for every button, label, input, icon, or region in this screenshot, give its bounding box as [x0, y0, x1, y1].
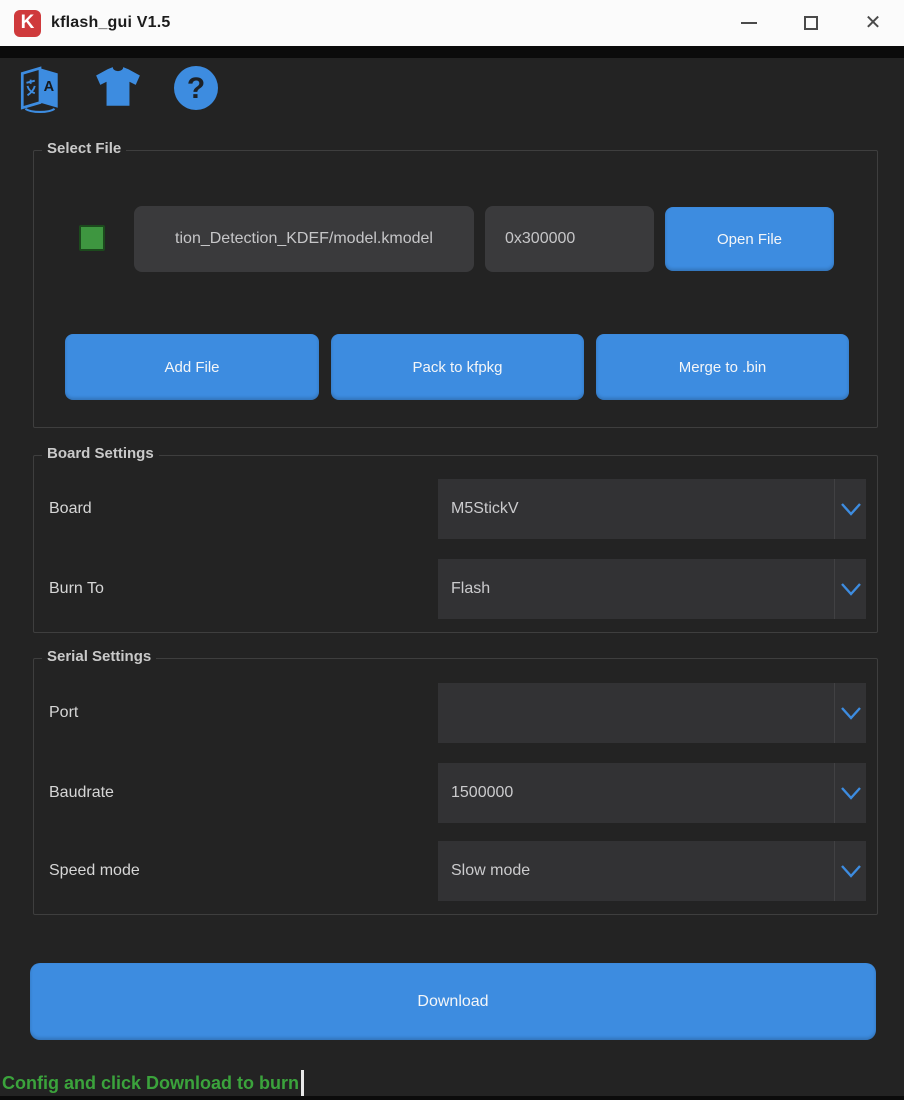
svg-text:A: A: [44, 79, 55, 95]
serial-settings-group-label: Serial Settings: [42, 648, 156, 665]
speed-mode-label: Speed mode: [49, 862, 140, 880]
chevron-down-icon: [840, 706, 862, 720]
baudrate-label: Baudrate: [49, 784, 114, 802]
speed-mode-dropdown-arrowzone: [834, 841, 866, 901]
window-border-strip: [0, 46, 904, 58]
minimize-button[interactable]: [718, 0, 780, 46]
toolbar: A ?: [14, 60, 222, 116]
select-file-group: Select File tion_Detection_KDEF/model.km…: [33, 150, 878, 428]
flash-address-value: 0x300000: [505, 230, 575, 248]
board-settings-group: Board Settings Board M5StickV Burn To Fl…: [33, 455, 878, 633]
port-dropdown[interactable]: [438, 683, 866, 743]
minimize-icon: [741, 22, 757, 24]
language-translate-icon: A: [15, 63, 65, 113]
titlebar: K kflash_gui V1.5 ✕: [0, 0, 904, 46]
speed-mode-dropdown-value: Slow mode: [438, 862, 834, 880]
board-label: Board: [49, 500, 92, 518]
chevron-down-icon: [840, 786, 862, 800]
window-title: kflash_gui V1.5: [51, 14, 171, 32]
board-dropdown-value: M5StickV: [438, 500, 834, 518]
port-dropdown-arrowzone: [834, 683, 866, 743]
maximize-icon: [804, 16, 818, 30]
serial-settings-group: Serial Settings Port Baudrate 1500000 Sp…: [33, 658, 878, 915]
baudrate-dropdown-value: 1500000: [438, 784, 834, 802]
port-label: Port: [49, 704, 78, 722]
board-settings-group-label: Board Settings: [42, 445, 159, 462]
chevron-down-icon: [840, 864, 862, 878]
add-file-button[interactable]: Add File: [65, 334, 319, 400]
burn-to-dropdown-value: Flash: [438, 580, 834, 598]
svg-text:?: ?: [187, 72, 205, 105]
kflash-gui-window: K kflash_gui V1.5 ✕ A ?: [0, 0, 904, 1100]
theme-tshirt-icon: [93, 66, 143, 110]
burn-to-dropdown-arrowzone: [834, 559, 866, 619]
status-text: Config and click Download to burn: [2, 1073, 299, 1094]
language-button[interactable]: A: [14, 62, 66, 114]
open-file-button[interactable]: Open File: [665, 207, 834, 271]
pack-to-kfpkg-button[interactable]: Pack to kfpkg: [331, 334, 584, 400]
maximize-button[interactable]: [780, 0, 842, 46]
close-icon: ✕: [865, 13, 882, 33]
flash-address-field[interactable]: 0x300000: [485, 206, 654, 272]
file-path-value: tion_Detection_KDEF/model.kmodel: [175, 230, 433, 248]
chevron-down-icon: [840, 502, 862, 516]
file-selected-checkbox[interactable]: [79, 225, 105, 251]
text-cursor: [301, 1070, 304, 1096]
baudrate-dropdown-arrowzone: [834, 763, 866, 823]
burn-to-label: Burn To: [49, 580, 104, 598]
help-button[interactable]: ?: [170, 62, 222, 114]
burn-to-dropdown[interactable]: Flash: [438, 559, 866, 619]
close-button[interactable]: ✕: [842, 0, 904, 46]
merge-to-bin-button[interactable]: Merge to .bin: [596, 334, 849, 400]
download-button[interactable]: Download: [30, 963, 876, 1040]
status-message: Config and click Download to burn: [2, 1070, 304, 1096]
app-logo-icon: K: [14, 10, 41, 37]
select-file-group-label: Select File: [42, 140, 126, 157]
chevron-down-icon: [840, 582, 862, 596]
speed-mode-dropdown[interactable]: Slow mode: [438, 841, 866, 901]
board-dropdown[interactable]: M5StickV: [438, 479, 866, 539]
file-path-field[interactable]: tion_Detection_KDEF/model.kmodel: [134, 206, 474, 272]
baudrate-dropdown[interactable]: 1500000: [438, 763, 866, 823]
help-icon: ?: [172, 64, 220, 112]
theme-button[interactable]: [92, 62, 144, 114]
board-dropdown-arrowzone: [834, 479, 866, 539]
window-border-strip-bottom: [0, 1096, 904, 1100]
